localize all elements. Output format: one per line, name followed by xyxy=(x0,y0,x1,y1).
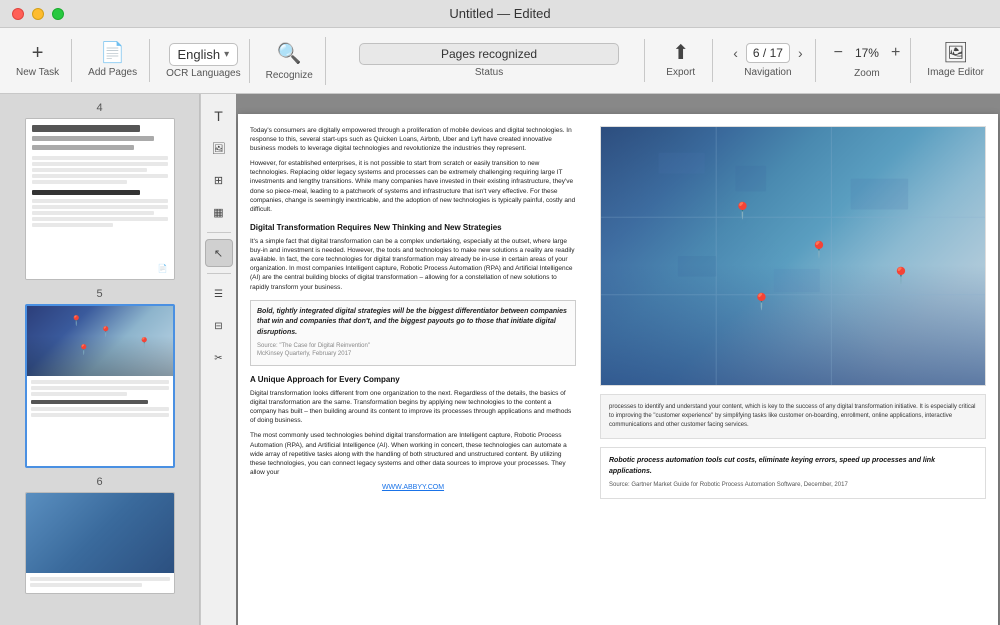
nav-controls: ‹ 6 / 17 › xyxy=(729,43,806,63)
new-task-icon: + xyxy=(32,43,44,63)
para5: The most commonly used technologies behi… xyxy=(250,431,576,476)
heading1: Digital Transformation Requires New Thin… xyxy=(250,222,576,233)
page-4-number: 4 xyxy=(96,102,102,114)
url-bar[interactable]: WWW.ABBYY.COM xyxy=(250,483,576,493)
toolbar: + New Task 📄 Add Pages English ▾ OCR Lan… xyxy=(0,28,1000,94)
zoom-value: 17% xyxy=(849,46,885,60)
image-editor-section[interactable]: 🖼 Image Editor xyxy=(919,39,992,82)
image-editor-label: Image Editor xyxy=(927,67,984,78)
source-text: Source: "The Case for Digital Reinventio… xyxy=(257,342,569,359)
new-task-label[interactable]: New Task xyxy=(16,67,59,78)
nav-page-display[interactable]: 6 / 17 xyxy=(746,43,790,63)
zoom-in-button[interactable]: + xyxy=(889,42,902,64)
text-tool-button[interactable]: T xyxy=(205,102,233,130)
intro-paragraph: Today's consumers are digitally empowere… xyxy=(250,126,576,153)
left-text-column: Today's consumers are digitally empowere… xyxy=(238,114,588,625)
navigation-label: Navigation xyxy=(744,67,791,78)
zoom-controls: − 17% + xyxy=(832,42,903,64)
title-bar: Untitled — Edited xyxy=(0,0,1000,28)
right-quote-section: Robotic process automation tools cut cos… xyxy=(600,447,986,499)
page-5-thumbnail[interactable]: 📍 📍 📍 📍 xyxy=(25,304,175,468)
barcode-tool-button[interactable]: ▦ xyxy=(205,198,233,226)
status-text: Pages recognized xyxy=(441,47,537,61)
language-value: English xyxy=(178,47,221,62)
page-4-container: 4 xyxy=(0,102,199,280)
right-tools-panel: T 🖼 ⊞ ▦ ↖ ☰ ⊟ ✂ xyxy=(200,94,236,625)
page-4-thumbnail[interactable]: 📄 xyxy=(25,118,175,280)
magnify-icon: 🔍 xyxy=(277,41,302,66)
navigation-section: ‹ 6 / 17 › Navigation xyxy=(721,39,815,82)
chevron-down-icon: ▾ xyxy=(224,49,229,60)
export-section[interactable]: ⬆ Export xyxy=(653,39,713,82)
page-content: Today's consumers are digitally empowere… xyxy=(238,114,998,625)
para3: It's a simple fact that digital transfor… xyxy=(250,237,576,292)
map-pin-4 xyxy=(894,269,908,283)
zoom-section: − 17% + Zoom xyxy=(824,38,912,83)
page-5-number: 5 xyxy=(96,288,102,300)
ocr-languages-section: English ▾ OCR Languages xyxy=(158,39,250,83)
image-editor-icon: 🖼 xyxy=(943,43,968,63)
new-task-section: + New Task xyxy=(8,39,72,82)
close-button[interactable] xyxy=(12,8,24,20)
recognize-section[interactable]: 🔍 Recognize xyxy=(258,37,326,85)
language-selector[interactable]: English ▾ xyxy=(169,43,239,66)
status-bar: Pages recognized xyxy=(359,43,619,65)
nav-next-button[interactable]: › xyxy=(794,43,807,63)
page-5-container: 5 📍 📍 📍 📍 xyxy=(0,288,199,468)
right-text-section: processes to identify and understand you… xyxy=(600,394,986,439)
right-image-column: processes to identify and understand you… xyxy=(588,114,998,625)
map-pin-1 xyxy=(735,204,749,218)
ocr-label: OCR Languages xyxy=(166,68,241,79)
map-pin-3 xyxy=(755,295,769,309)
maximize-button[interactable] xyxy=(52,8,64,20)
aerial-map-image xyxy=(600,126,986,386)
add-pages-label: Add Pages xyxy=(88,67,137,78)
map-pin-2 xyxy=(812,243,826,257)
add-pages-icon: 📄 xyxy=(100,43,125,63)
window-title: Untitled — Edited xyxy=(449,6,550,21)
right-quote: Robotic process automation tools cut cos… xyxy=(609,456,977,477)
window-controls xyxy=(12,8,64,20)
quote-text: Bold, tightly integrated digital strateg… xyxy=(257,307,569,339)
add-pages-section[interactable]: 📄 Add Pages xyxy=(80,39,150,82)
heading2: A Unique Approach for Every Company xyxy=(250,374,576,385)
nav-prev-button[interactable]: ‹ xyxy=(729,43,742,63)
export-label: Export xyxy=(666,67,695,78)
right-source: Source: Gartner Market Guide for Robotic… xyxy=(609,481,977,490)
zoom-label: Zoom xyxy=(854,68,880,79)
page-6-thumbnail[interactable] xyxy=(25,492,175,594)
status-section: Pages recognized Status xyxy=(334,39,645,82)
page-sidebar: 4 xyxy=(0,94,200,625)
edit-tool-button[interactable]: ✂ xyxy=(205,344,233,372)
document-view[interactable]: Today's consumers are digitally empowere… xyxy=(236,94,1000,625)
export-icon: ⬆ xyxy=(672,43,689,63)
recognize-label: Recognize xyxy=(266,70,313,81)
para2: However, for established enterprises, it… xyxy=(250,159,576,214)
page-6-container: 6 xyxy=(0,476,199,594)
minimize-button[interactable] xyxy=(32,8,44,20)
tool-separator-2 xyxy=(207,273,231,274)
right-side-text: processes to identify and understand you… xyxy=(609,403,977,430)
page-6-number: 6 xyxy=(96,476,102,488)
tool-separator-1 xyxy=(207,232,231,233)
table-tool-button[interactable]: ⊞ xyxy=(205,166,233,194)
zoom-out-button[interactable]: − xyxy=(832,42,845,64)
select-tool-button[interactable]: ↖ xyxy=(205,239,233,267)
main-content: 4 xyxy=(0,94,1000,625)
layout-tool-button[interactable]: ☰ xyxy=(205,280,233,308)
para4: Digital transformation looks different f… xyxy=(250,389,576,425)
image-tool-button[interactable]: 🖼 xyxy=(205,134,233,162)
table2-tool-button[interactable]: ⊟ xyxy=(205,312,233,340)
status-label: Status xyxy=(475,67,503,78)
